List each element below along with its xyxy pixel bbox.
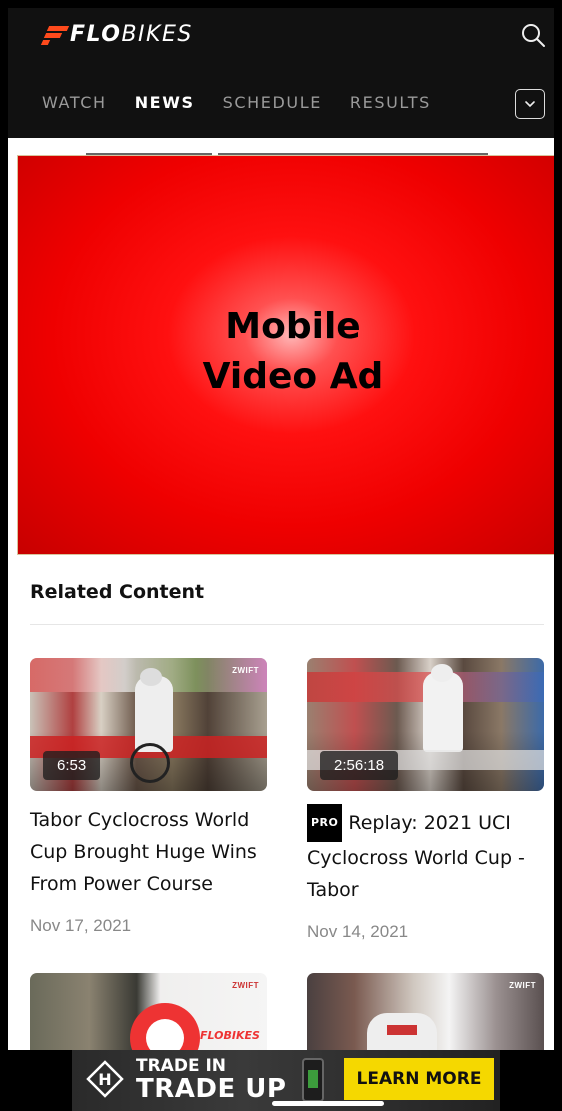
flo-logo-mark-icon xyxy=(40,24,70,45)
search-button[interactable] xyxy=(520,22,546,48)
related-card[interactable]: 2:56:18 PRO Replay: 2021 UCI Cyclocross W… xyxy=(307,658,544,942)
video-duration: 2:56:18 xyxy=(320,751,399,780)
mobile-video-ad[interactable]: Mobile Video Ad xyxy=(17,155,554,555)
flobikes-logo[interactable]: FLOBIKES xyxy=(40,21,193,47)
nav-item-watch[interactable]: WATCH xyxy=(42,93,107,112)
related-card[interactable]: ZWIFT 6:53 Tabor Cyclocross World Cup Br… xyxy=(30,658,267,936)
search-icon xyxy=(522,24,545,47)
app-frame: FLOBIKES WATCH NEWS SCHEDULE RESULTS Mob… xyxy=(8,8,554,1111)
card-date: Nov 17, 2021 xyxy=(30,916,132,935)
nav-item-schedule[interactable]: SCHEDULE xyxy=(223,93,322,112)
video-thumbnail[interactable]: ZWIFT 6:53 xyxy=(30,658,267,791)
nav-item-news[interactable]: NEWS xyxy=(135,93,195,112)
video-thumbnail[interactable]: 2:56:18 xyxy=(307,658,544,791)
card-title[interactable]: Tabor Cyclocross World Cup Brought Huge … xyxy=(30,804,267,900)
home-indicator xyxy=(272,1101,384,1106)
card-title[interactable]: PRO Replay: 2021 UCI Cyclocross World Cup… xyxy=(307,804,544,906)
svg-text:H: H xyxy=(98,1070,111,1089)
learn-more-button[interactable]: LEARN MORE xyxy=(344,1058,494,1100)
video-duration: 6:53 xyxy=(43,751,101,780)
logo-wordmark: FLOBIKES xyxy=(70,21,193,47)
card-date: Nov 14, 2021 xyxy=(307,922,409,941)
ad-label: Mobile Video Ad xyxy=(202,306,384,397)
zwift-sponsor-badge: ZWIFT xyxy=(232,981,259,990)
nav-item-results[interactable]: RESULTS xyxy=(350,93,431,112)
flobikes-weekly-badge: FLOBIKES xyxy=(200,1029,260,1042)
pro-badge: PRO xyxy=(307,804,343,842)
related-content-heading: Related Content xyxy=(30,581,205,603)
top-header: FLOBIKES WATCH NEWS SCHEDULE RESULTS xyxy=(8,8,554,138)
nav-dropdown-button[interactable] xyxy=(515,89,545,119)
chevron-down-icon xyxy=(525,101,535,108)
zwift-sponsor-badge: ZWIFT xyxy=(232,666,259,675)
zwift-sponsor-badge: ZWIFT xyxy=(509,981,536,990)
bottom-banner-ad[interactable]: H TRADE IN TRADE UP LEARN MORE xyxy=(8,1050,554,1111)
trade-text: TRADE IN TRADE UP xyxy=(136,1056,287,1104)
trade-up-logo-icon: H xyxy=(86,1060,124,1098)
phone-icon xyxy=(302,1058,324,1102)
divider xyxy=(30,624,544,625)
main-nav: WATCH NEWS SCHEDULE RESULTS xyxy=(42,93,459,112)
